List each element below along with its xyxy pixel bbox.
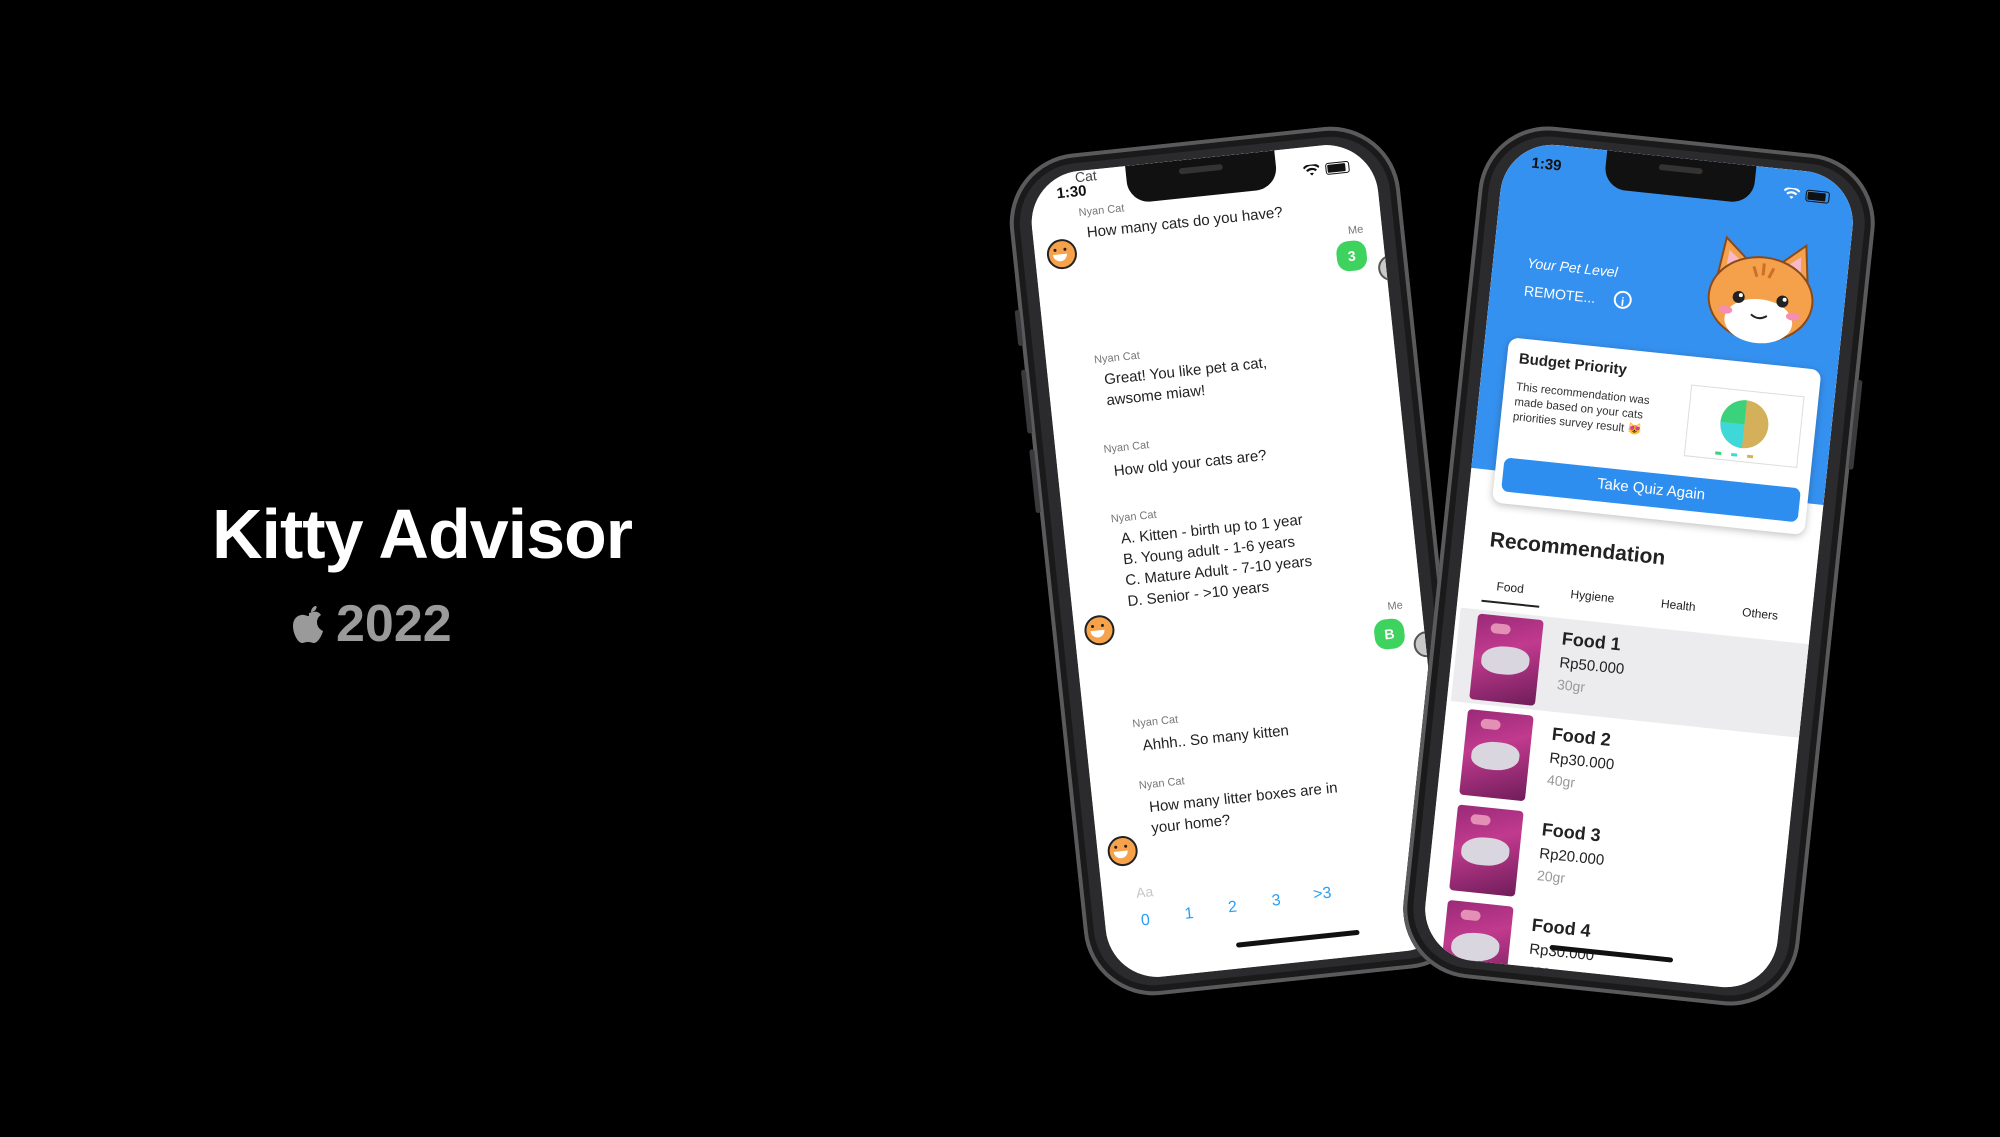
recommendation-title: Recommendation [1488, 528, 1667, 570]
food-weight: 30gr [1556, 676, 1586, 695]
pet-level-label: Your Pet Level [1526, 254, 1619, 281]
pet-level-value: REMOTE... [1523, 282, 1597, 306]
status-time: 1:39 [1530, 154, 1563, 175]
food-price: Rp50.000 [1558, 654, 1626, 678]
status-time: 1:30 [1055, 182, 1088, 203]
budget-priority-card: Budget Priority This recommendation was … [1491, 337, 1822, 536]
home-indicator [1235, 929, 1360, 948]
food-price: Rp30.000 [1548, 749, 1616, 774]
cat-avatar [1082, 613, 1116, 647]
cat-avatar [1045, 237, 1079, 271]
active-tab-indicator [1481, 599, 1540, 608]
year-text: 2022 [336, 595, 452, 653]
food-weight: 20gr [1536, 867, 1566, 886]
quick-reply-3[interactable]: 3 [1271, 892, 1282, 911]
message-sender: Nyan Cat [1131, 713, 1179, 731]
quick-reply-0[interactable]: 0 [1140, 912, 1151, 931]
message-sender: Nyan Cat [1093, 349, 1141, 367]
food-weight: 40gr [1546, 771, 1576, 791]
user-avatar [1376, 253, 1406, 283]
app-title: Kitty Advisor [212, 495, 633, 573]
message-sender: Nyan Cat [1110, 508, 1158, 526]
message-sender: Me [1386, 599, 1404, 613]
quick-reply-1[interactable]: 1 [1184, 905, 1195, 924]
cat-mascot-icon [1707, 235, 1814, 344]
my-message-bubble: B [1372, 617, 1406, 651]
message-sender: Me [1347, 223, 1364, 238]
food-price: Rp20.000 [1538, 845, 1605, 869]
tab-hygiene[interactable]: Hygiene [1570, 587, 1615, 606]
take-quiz-again-button[interactable]: Take Quiz Again [1501, 457, 1801, 523]
my-message-bubble: 3 [1335, 239, 1369, 273]
food-name: Food 4 [1530, 914, 1592, 941]
food-name: Food 1 [1560, 628, 1622, 655]
budget-pie-chart [1683, 384, 1805, 468]
apple-icon [293, 606, 323, 643]
message-sender: Nyan Cat [1102, 439, 1150, 456]
food-image [1459, 708, 1534, 802]
food-name: Food 3 [1540, 819, 1602, 846]
quick-reply-more[interactable]: >3 [1312, 885, 1332, 905]
food-image [1469, 613, 1544, 706]
battery-icon [1805, 189, 1831, 204]
food-weight: 100gr [1526, 962, 1564, 983]
cat-avatar [1106, 834, 1140, 868]
budget-description: This recommendation was made based on yo… [1512, 381, 1651, 437]
recommendation-screen: 1:39 Your Pet Level REMOTE... i Budget P… [1420, 139, 1858, 993]
tab-health[interactable]: Health [1660, 597, 1696, 615]
food-name: Food 2 [1550, 723, 1612, 750]
quick-reply-2[interactable]: 2 [1227, 898, 1238, 917]
wifi-icon [1302, 163, 1320, 176]
food-image [1449, 804, 1524, 897]
food-image [1439, 899, 1514, 993]
message-input[interactable]: Aa [1135, 883, 1154, 901]
tab-food[interactable]: Food [1496, 579, 1525, 596]
battery-icon [1324, 160, 1350, 176]
brand-year: 2022 [292, 594, 452, 654]
chat-screen: 1:30 Cat Nyan Cat How many cats do you h… [1026, 140, 1458, 982]
recommendation-phone: 1:39 Your Pet Level REMOTE... i Budget P… [1396, 119, 1882, 1013]
wifi-icon [1783, 187, 1801, 199]
message-sender: Nyan Cat [1138, 775, 1186, 792]
tab-others[interactable]: Others [1741, 605, 1778, 623]
budget-title: Budget Priority [1518, 350, 1628, 379]
info-icon[interactable]: i [1612, 289, 1633, 310]
